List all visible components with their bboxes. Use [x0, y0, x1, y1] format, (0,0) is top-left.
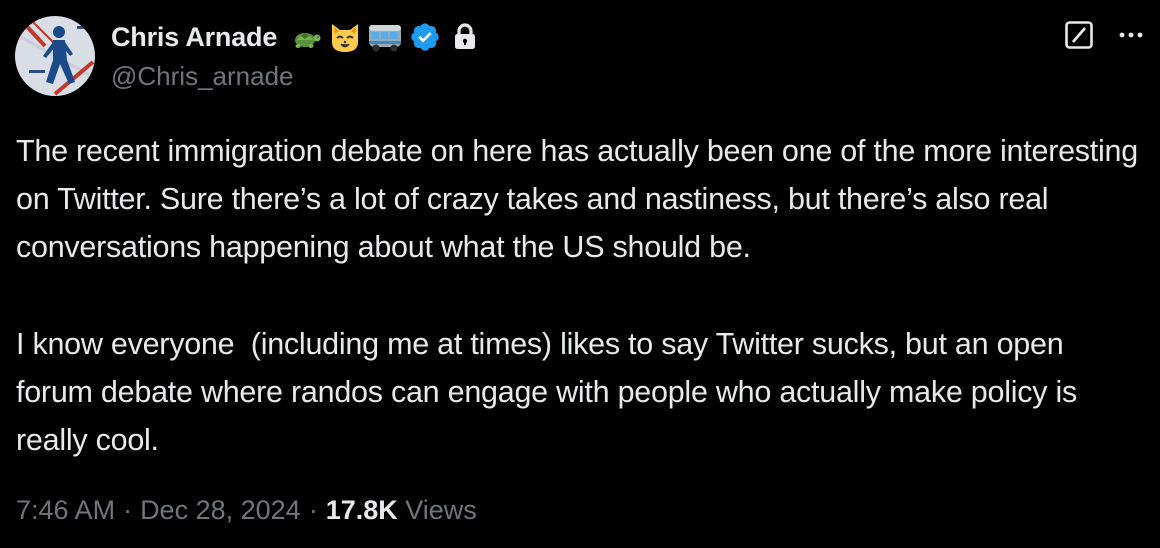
tweet-actions-top [1064, 20, 1146, 50]
tweet-text: The recent immigration debate on here ha… [16, 127, 1146, 464]
views-label: Views [405, 495, 477, 525]
cat-emoji [327, 19, 363, 55]
more-options-button[interactable] [1116, 20, 1146, 50]
tweet-paragraph: I know everyone (including me at times) … [16, 326, 1086, 458]
lock-icon [447, 19, 483, 55]
author-handle[interactable]: @Chris_arnade [111, 61, 293, 92]
tweet-paragraph: The recent immigration debate on here ha… [16, 134, 1147, 265]
tweet-date[interactable]: Dec 28, 2024 [140, 495, 301, 525]
meta-separator: · [123, 495, 133, 525]
more-icon [1119, 32, 1143, 38]
grok-button[interactable] [1064, 20, 1094, 50]
author-name-row: Chris Arnade [111, 18, 483, 56]
bus-emoji [367, 19, 403, 55]
tweet-meta: 7:46 AM · Dec 28, 2024 · 17.8K Views [16, 495, 477, 526]
views-count: 17.8K [325, 495, 398, 525]
meta-separator: · [308, 495, 318, 525]
turtle-emoji [287, 19, 323, 55]
avatar[interactable] [15, 16, 95, 96]
display-name[interactable]: Chris Arnade [111, 22, 277, 53]
verified-badge-icon[interactable] [407, 19, 443, 55]
avatar-image [15, 16, 95, 96]
tweet-detail: Chris Arnade @Chris_arnade The recent im… [0, 0, 1160, 548]
grok-icon [1065, 21, 1093, 49]
tweet-time[interactable]: 7:46 AM [16, 495, 115, 525]
